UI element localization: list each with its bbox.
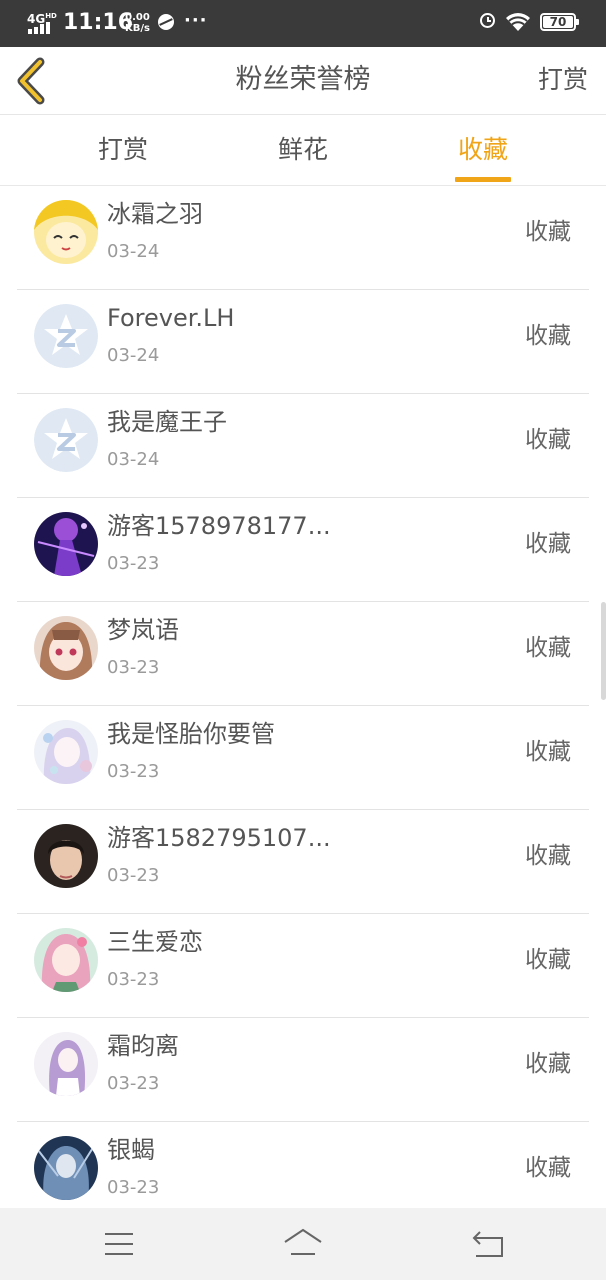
- user-name: 游客1578978177...: [107, 512, 331, 540]
- type-label: 收藏: [525, 947, 571, 973]
- type-label: 收藏: [525, 635, 571, 661]
- user-name: 我是怪胎你要管: [107, 720, 275, 748]
- type-label: 收藏: [525, 1155, 571, 1181]
- list-item[interactable]: Forever.LH 03-24 收藏: [17, 290, 589, 394]
- avatar: [34, 616, 98, 680]
- date-label: 03-23: [107, 865, 160, 886]
- avatar: [34, 408, 98, 472]
- type-label: 收藏: [525, 323, 571, 349]
- list-item[interactable]: 梦岚语 03-23 收藏: [17, 602, 589, 706]
- date-label: 03-24: [107, 241, 160, 262]
- page-title: 粉丝荣誉榜: [235, 64, 371, 95]
- type-label: 收藏: [525, 427, 571, 453]
- user-name: 梦岚语: [107, 616, 179, 644]
- date-label: 03-24: [107, 449, 160, 470]
- user-name: 三生爱恋: [107, 928, 203, 956]
- avatar: [34, 1032, 98, 1096]
- type-label: 收藏: [525, 739, 571, 765]
- date-label: 03-23: [107, 761, 160, 782]
- avatar: [34, 304, 98, 368]
- list-item[interactable]: 游客1582795107... 03-23 收藏: [17, 810, 589, 914]
- list-item[interactable]: 三生爱恋 03-23 收藏: [17, 914, 589, 1018]
- user-name: 冰霜之羽: [107, 200, 203, 228]
- type-label: 收藏: [525, 219, 571, 245]
- date-label: 03-23: [107, 969, 160, 990]
- list-item[interactable]: 霜昀离 03-23 收藏: [17, 1018, 589, 1122]
- date-label: 03-23: [107, 553, 160, 574]
- menu-icon[interactable]: [99, 1226, 139, 1262]
- avatar: [34, 200, 98, 264]
- tip-button[interactable]: 打赏: [538, 63, 588, 97]
- tab-favorites[interactable]: 收藏: [423, 133, 543, 167]
- network-speed: 0.00 KB/s: [125, 12, 150, 34]
- avatar: [34, 512, 98, 576]
- avatar: [34, 928, 98, 992]
- home-icon[interactable]: [283, 1226, 323, 1262]
- app-header: 粉丝荣誉榜 打赏: [0, 47, 606, 115]
- status-bar: 4GHD 11:16 0.00 KB/s ··· 70: [0, 0, 606, 47]
- user-name: 我是魔王子: [107, 408, 227, 436]
- fan-list: 冰霜之羽 03-24 收藏 Forever.LH 03-24 收藏 我是魔王子 …: [0, 186, 606, 1208]
- back-icon[interactable]: [468, 1226, 508, 1262]
- date-label: 03-23: [107, 1177, 160, 1198]
- type-label: 收藏: [525, 531, 571, 557]
- date-label: 03-23: [107, 657, 160, 678]
- date-label: 03-24: [107, 345, 160, 366]
- list-item[interactable]: 我是魔王子 03-24 收藏: [17, 394, 589, 498]
- scrollbar[interactable]: [601, 602, 606, 700]
- type-label: 收藏: [525, 1051, 571, 1077]
- wifi-icon: [506, 13, 530, 31]
- list-item[interactable]: 游客1578978177... 03-23 收藏: [17, 498, 589, 602]
- avatar: [34, 720, 98, 784]
- alarm-icon: [480, 13, 495, 28]
- user-name: 银蝎: [107, 1136, 155, 1164]
- status-time: 11:16: [63, 10, 134, 35]
- list-item[interactable]: 银蝎 03-23 收藏: [17, 1122, 589, 1208]
- tab-flowers[interactable]: 鲜花: [243, 133, 363, 167]
- user-name: 霜昀离: [107, 1032, 179, 1060]
- user-name: Forever.LH: [107, 304, 235, 332]
- user-name: 游客1582795107...: [107, 824, 331, 852]
- list-item[interactable]: 我是怪胎你要管 03-23 收藏: [17, 706, 589, 810]
- date-label: 03-23: [107, 1073, 160, 1094]
- avatar: [34, 1136, 98, 1200]
- active-tab-indicator: [455, 177, 511, 182]
- system-nav-bar: [0, 1208, 606, 1280]
- more-notifications-icon: ···: [184, 10, 208, 31]
- battery-icon: 70: [540, 13, 579, 31]
- type-label: 收藏: [525, 843, 571, 869]
- signal-icon: [28, 22, 54, 34]
- tab-tip[interactable]: 打赏: [63, 133, 183, 167]
- planet-icon: [158, 14, 174, 30]
- avatar: [34, 824, 98, 888]
- list-item[interactable]: 冰霜之羽 03-24 收藏: [17, 186, 589, 290]
- tab-bar: 打赏 鲜花 收藏: [0, 115, 606, 186]
